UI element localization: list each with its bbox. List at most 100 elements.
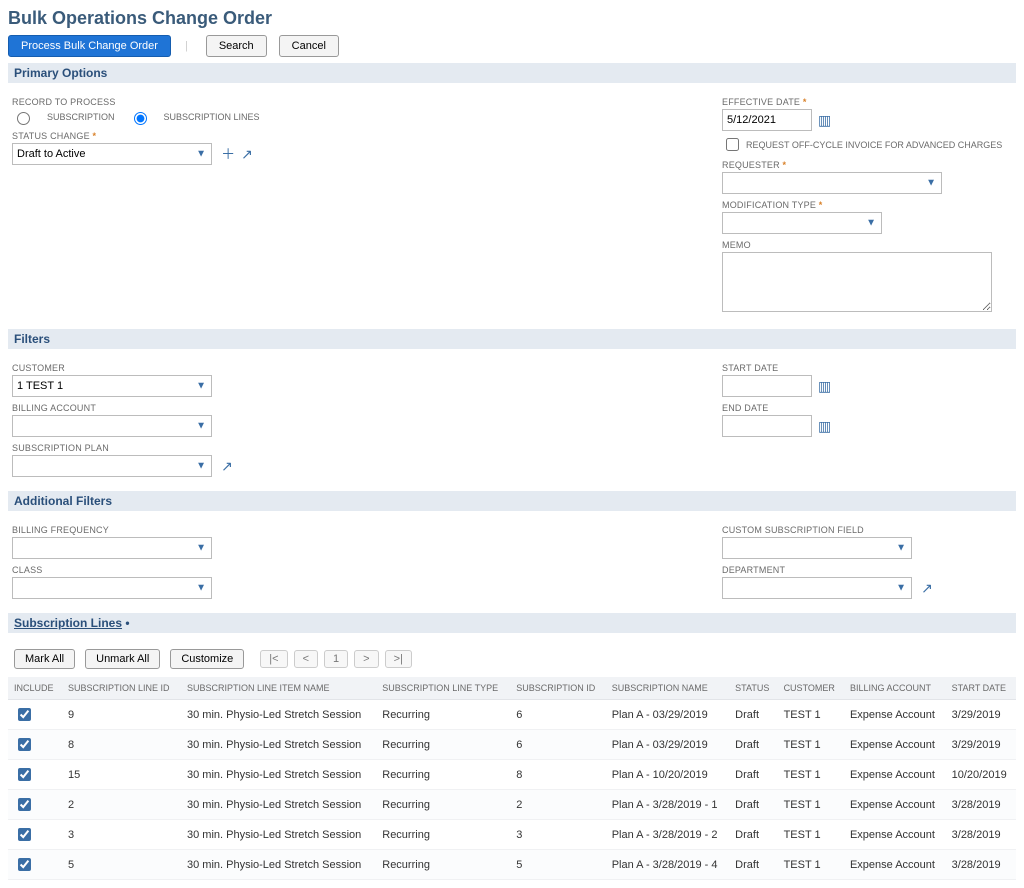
pager: |< < 1 > >| [260,650,412,668]
pager-page-indicator[interactable]: 1 [324,650,348,668]
cell-start-date: 3/29/2019 [946,700,1016,730]
offcycle-invoice-checkbox[interactable] [726,138,739,151]
billing-frequency-label: BILLING FREQUENCY [12,525,682,535]
billing-account-select[interactable] [12,415,212,437]
cell-billing-account: Expense Account [844,790,946,820]
subscription-lines-radio[interactable] [134,112,147,125]
open-popup-icon[interactable]: ↗ [241,147,253,161]
customize-button[interactable]: Customize [170,649,244,669]
status-change-select[interactable] [12,143,212,165]
open-popup-icon[interactable]: ↗ [921,581,933,595]
cell-sub-id: 5 [510,850,605,880]
billing-frequency-select[interactable] [12,537,212,559]
cell-sub-id: 6 [510,730,605,760]
table-row[interactable]: 930 min. Physio-Led Stretch SessionRecur… [8,700,1016,730]
cell-start-date: 3/28/2019 [946,790,1016,820]
department-select[interactable] [722,577,912,599]
col-line-id[interactable]: SUBSCRIPTION LINE ID [62,677,181,700]
col-line-type[interactable]: SUBSCRIPTION LINE TYPE [376,677,510,700]
memo-textarea[interactable] [722,252,992,312]
tab-indicator-icon: • [125,616,129,630]
subscription-radio-label: SUBSCRIPTION [47,112,115,122]
subscription-plan-label: SUBSCRIPTION PLAN [12,443,682,453]
open-popup-icon[interactable]: ↗ [221,459,233,473]
unmark-all-button[interactable]: Unmark All [85,649,160,669]
pager-prev-button[interactable]: < [294,650,318,668]
include-checkbox[interactable] [18,858,31,871]
cell-sub-name: Plan A - 03/29/2019 [606,700,729,730]
table-row[interactable]: 1530 min. Physio-Led Stretch SessionRecu… [8,760,1016,790]
cell-billing-account: Expense Account [844,730,946,760]
pager-last-button[interactable]: >| [385,650,412,668]
cell-sub-name: Plan A - 03/29/2019 [606,730,729,760]
col-include[interactable]: INCLUDE [8,677,62,700]
mark-all-button[interactable]: Mark All [14,649,75,669]
primary-options-header: Primary Options [8,63,1016,83]
col-sub-id[interactable]: SUBSCRIPTION ID [510,677,605,700]
table-row[interactable]: 330 min. Physio-Led Stretch SessionRecur… [8,820,1016,850]
include-checkbox[interactable] [18,798,31,811]
cell-line-id: 2 [62,790,181,820]
calendar-icon[interactable]: ▥ [818,112,831,129]
table-row[interactable]: 830 min. Physio-Led Stretch SessionRecur… [8,730,1016,760]
requester-select[interactable] [722,172,942,194]
pager-next-button[interactable]: > [354,650,378,668]
cell-billing-account: Expense Account [844,820,946,850]
subscription-lines-toolbar: Mark All Unmark All Customize |< < 1 > >… [8,641,1016,677]
cell-start-date: 3/28/2019 [946,820,1016,850]
department-label: DEPARTMENT [722,565,1012,575]
col-billing-account[interactable]: BILLING ACCOUNT [844,677,946,700]
calendar-icon[interactable]: ▥ [818,378,831,395]
cell-sub-name: Plan A - 3/28/2019 - 1 [606,790,729,820]
cell-customer: TEST 1 [778,730,844,760]
include-checkbox[interactable] [18,768,31,781]
effective-date-input[interactable] [722,109,812,131]
end-date-label: END DATE [722,403,1012,413]
customer-select[interactable] [12,375,212,397]
table-row[interactable]: 530 min. Physio-Led Stretch SessionRecur… [8,850,1016,880]
billing-account-label: BILLING ACCOUNT [12,403,682,413]
include-checkbox[interactable] [18,708,31,721]
process-bulk-change-order-button[interactable]: Process Bulk Change Order [8,35,171,57]
end-date-input[interactable] [722,415,812,437]
table-row[interactable]: 230 min. Physio-Led Stretch SessionRecur… [8,790,1016,820]
cell-status: Draft [729,820,777,850]
col-customer[interactable]: CUSTOMER [778,677,844,700]
cell-start-date: 3/28/2019 [946,850,1016,880]
col-sub-name[interactable]: SUBSCRIPTION NAME [606,677,729,700]
cell-customer: TEST 1 [778,790,844,820]
cell-line-id: 3 [62,820,181,850]
col-status[interactable]: STATUS [729,677,777,700]
start-date-input[interactable] [722,375,812,397]
cell-sub-name: Plan A - 3/28/2019 - 4 [606,850,729,880]
modification-type-select[interactable] [722,212,882,234]
cell-item-name: 30 min. Physio-Led Stretch Session [181,700,376,730]
search-button[interactable]: Search [206,35,267,57]
cell-start-date: 3/29/2019 [946,730,1016,760]
subscription-radio[interactable] [17,112,30,125]
subscription-lines-table: INCLUDE SUBSCRIPTION LINE ID SUBSCRIPTIO… [8,677,1016,880]
class-select[interactable] [12,577,212,599]
cell-sub-id: 8 [510,760,605,790]
include-checkbox[interactable] [18,828,31,841]
cell-line-id: 8 [62,730,181,760]
include-checkbox[interactable] [18,738,31,751]
add-icon[interactable]: ＋ [221,147,235,161]
subscription-plan-select[interactable] [12,455,212,477]
custom-subscription-field-select[interactable] [722,537,912,559]
cell-line-type: Recurring [376,820,510,850]
pager-first-button[interactable]: |< [260,650,287,668]
col-start-date[interactable]: START DATE [946,677,1016,700]
cell-line-id: 15 [62,760,181,790]
col-item-name[interactable]: SUBSCRIPTION LINE ITEM NAME [181,677,376,700]
calendar-icon[interactable]: ▥ [818,418,831,435]
action-toolbar: Process Bulk Change Order | Search Cance… [8,35,1016,57]
cancel-button[interactable]: Cancel [279,35,339,57]
subscription-lines-tab[interactable]: Subscription Lines [14,616,122,630]
cell-customer: TEST 1 [778,820,844,850]
cell-billing-account: Expense Account [844,850,946,880]
filters-header: Filters [8,329,1016,349]
cell-sub-id: 2 [510,790,605,820]
cell-billing-account: Expense Account [844,760,946,790]
offcycle-invoice-label: REQUEST OFF-CYCLE INVOICE FOR ADVANCED C… [746,140,1002,150]
